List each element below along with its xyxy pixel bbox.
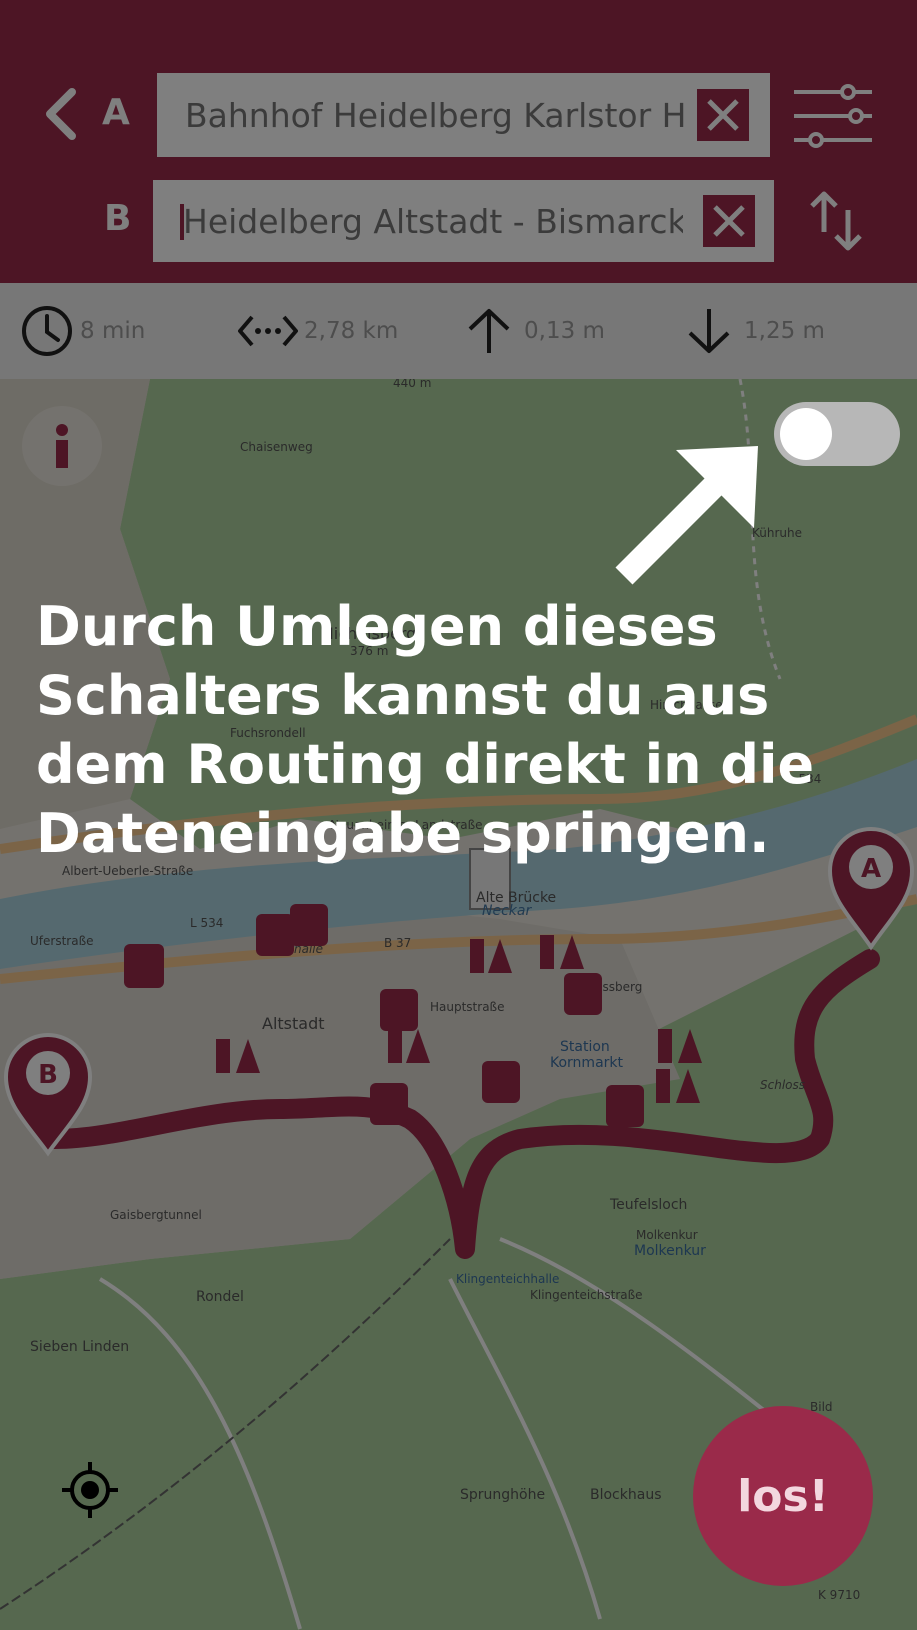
go-button-label: los! <box>737 1470 829 1522</box>
go-button[interactable]: los! <box>693 1406 873 1586</box>
app-root: A Bahnhof Heidelberg Karlstor He B Heide… <box>0 0 917 1630</box>
data-entry-toggle[interactable] <box>774 402 900 466</box>
tutorial-hint: Durch Umlegen dieses Schalters kannst du… <box>36 595 815 865</box>
arrow-up-right-icon <box>615 446 758 585</box>
toggle-knob <box>780 408 832 460</box>
